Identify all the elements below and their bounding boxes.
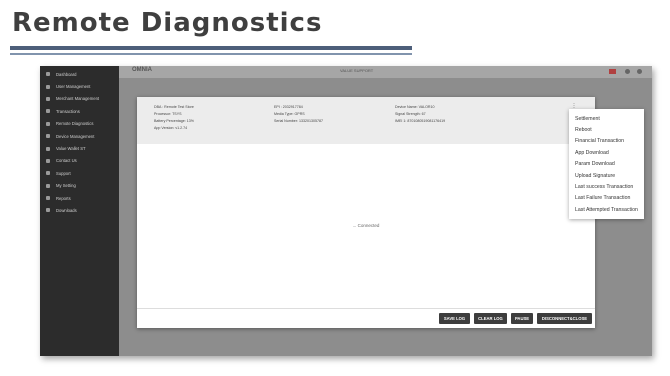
battery-text: Battery Percentage: 13% bbox=[154, 119, 194, 123]
sidebar-item-label: Contact Us bbox=[56, 158, 77, 164]
sidebar: Dashboard User Management Merchant Manag… bbox=[40, 66, 119, 356]
menu-item-last-attempted-transaction[interactable]: Last Attempted Transaction bbox=[569, 204, 644, 215]
sidebar-item-label: My Setting bbox=[56, 183, 76, 189]
device-icon bbox=[46, 134, 50, 139]
sidebar-item-dashboard[interactable]: Dashboard bbox=[40, 68, 119, 80]
signal-strength-text: Signal Strength: 67 bbox=[395, 112, 426, 116]
sidebar-item-transactions[interactable]: Transactions bbox=[40, 105, 119, 117]
wallet-icon bbox=[46, 146, 50, 151]
slide-title: Remote Diagnostics bbox=[12, 8, 323, 38]
sidebar-item-merchant-management[interactable]: Merchant Management bbox=[40, 93, 119, 105]
app-screenshot: Dashboard User Management Merchant Manag… bbox=[40, 66, 652, 356]
sidebar-item-label: User Management bbox=[56, 84, 91, 90]
menu-item-financial-transaction[interactable]: Financial Transaction bbox=[569, 136, 644, 147]
user-icon bbox=[46, 84, 50, 89]
sidebar-item-support[interactable]: Support bbox=[40, 167, 119, 179]
notification-icon[interactable] bbox=[625, 69, 630, 74]
merchant-icon bbox=[46, 96, 50, 101]
download-icon bbox=[46, 208, 50, 213]
menu-item-app-download[interactable]: App Download bbox=[569, 147, 644, 158]
sidebar-item-label: Device Management bbox=[56, 133, 95, 139]
sidebar-item-remote-diagnostics[interactable]: Remote Diagnostics bbox=[40, 118, 119, 130]
sidebar-item-label: Merchant Management bbox=[56, 96, 100, 102]
dba-text: DBA : Remote Test Store bbox=[154, 105, 194, 109]
sidebar-item-reports[interactable]: Reports bbox=[40, 192, 119, 204]
device-info-panel: DBA : Remote Test Store Processor: TSYS … bbox=[137, 97, 595, 144]
footer-divider bbox=[137, 308, 595, 309]
transactions-icon bbox=[46, 109, 50, 114]
save-log-button[interactable]: SAVE LOG bbox=[439, 313, 470, 324]
brand-logo: OMNIA bbox=[132, 67, 152, 73]
processor-text: Processor: TSYS bbox=[154, 112, 182, 116]
sidebar-item-label: Reports bbox=[56, 195, 71, 201]
actions-dropdown-menu: Settlement Reboot Financial Transaction … bbox=[569, 109, 644, 219]
reports-icon bbox=[46, 196, 50, 201]
sidebar-item-label: Support bbox=[56, 170, 71, 176]
menu-item-last-failure-transaction[interactable]: Last Failure Transaction bbox=[569, 193, 644, 204]
disconnect-close-button[interactable]: DISCONNECT&CLOSE bbox=[537, 313, 592, 324]
sidebar-item-downloads[interactable]: Downloads bbox=[40, 204, 119, 216]
dashboard-icon bbox=[46, 72, 50, 77]
diagnostics-modal: DBA : Remote Test Store Processor: TSYS … bbox=[137, 97, 595, 328]
sidebar-item-label: Dashboard bbox=[56, 71, 77, 77]
diagnostics-icon bbox=[46, 121, 50, 126]
user-icon[interactable] bbox=[637, 69, 642, 74]
sidebar-item-contact-us[interactable]: Contact Us bbox=[40, 155, 119, 167]
app-version-text: App Version: v1.2.74 bbox=[154, 126, 188, 130]
menu-item-reboot[interactable]: Reboot bbox=[569, 124, 644, 135]
menu-item-param-download[interactable]: Param Download bbox=[569, 159, 644, 170]
device-name-text: Device Name: VALOR10 bbox=[395, 105, 435, 109]
support-icon bbox=[46, 171, 50, 176]
menu-item-last-success-transaction[interactable]: Last success Transaction bbox=[569, 181, 644, 192]
sidebar-item-label: Value Wallet ST bbox=[56, 146, 86, 152]
title-rule bbox=[10, 46, 412, 50]
flag-icon[interactable] bbox=[609, 69, 616, 74]
media-type-text: Media Type: GPRS bbox=[274, 112, 305, 116]
epi-text: EPI : 2032917784 bbox=[274, 105, 303, 109]
sidebar-item-user-management[interactable]: User Management bbox=[40, 80, 119, 92]
sidebar-item-label: Transactions bbox=[56, 108, 80, 114]
connection-status: ... Connected bbox=[352, 223, 380, 228]
pause-button[interactable]: PAUSE bbox=[511, 313, 533, 324]
sidebar-item-device-management[interactable]: Device Management bbox=[40, 130, 119, 142]
sidebar-list: Dashboard User Management Merchant Manag… bbox=[40, 66, 119, 217]
clear-log-button[interactable]: CLEAR LOG bbox=[474, 313, 507, 324]
menu-item-upload-signature[interactable]: Upload Signature bbox=[569, 170, 644, 181]
imei-text: IMEI 1: 8701080519081176419 bbox=[395, 119, 446, 123]
top-center-title: VALUE SUPPORT bbox=[340, 68, 374, 73]
top-bar bbox=[119, 66, 652, 78]
settings-icon bbox=[46, 183, 50, 188]
sidebar-item-label: Downloads bbox=[56, 207, 77, 213]
title-rule-thin bbox=[10, 53, 412, 55]
serial-number-text: Serial Number: 133201305787 bbox=[274, 119, 323, 123]
sidebar-item-label: Remote Diagnostics bbox=[56, 121, 94, 127]
sidebar-item-value-wallet[interactable]: Value Wallet ST bbox=[40, 142, 119, 154]
sidebar-item-my-setting[interactable]: My Setting bbox=[40, 180, 119, 192]
menu-item-settlement[interactable]: Settlement bbox=[569, 113, 644, 124]
contact-icon bbox=[46, 158, 50, 163]
